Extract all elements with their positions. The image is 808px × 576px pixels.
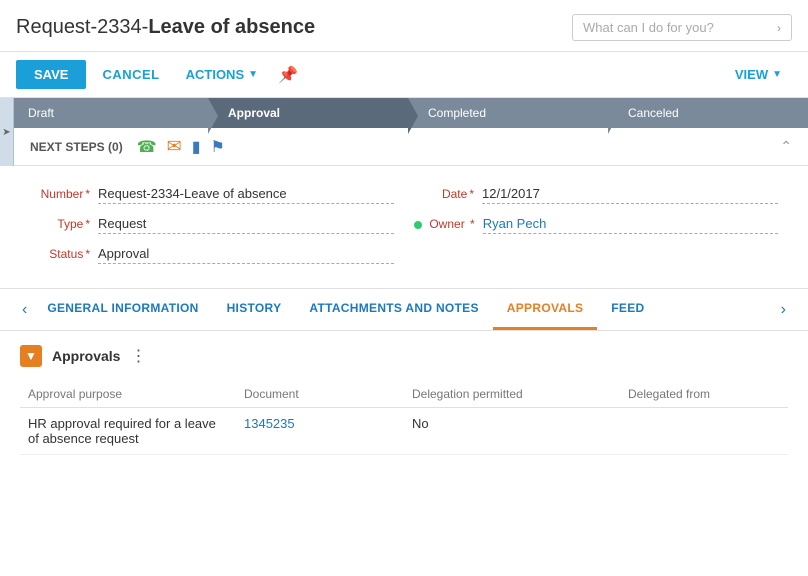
cell-delegated-from xyxy=(620,408,788,455)
side-tab-icon: ➤ xyxy=(2,127,10,138)
col-header-purpose: Approval purpose xyxy=(20,381,236,408)
tabs-container: ‹ GENERAL INFORMATION HISTORY ATTACHMENT… xyxy=(0,289,808,331)
actions-button[interactable]: ACTIONS ▼ xyxy=(176,60,268,89)
save-button[interactable]: SAVE xyxy=(16,60,86,89)
flag-icon[interactable]: ⚑ xyxy=(211,137,225,157)
title-suffix: Leave of absence xyxy=(148,16,315,38)
view-dropdown-icon: ▼ xyxy=(772,69,782,80)
page-title: Request-2334-Leave of absence xyxy=(16,16,315,39)
status-label: Status xyxy=(30,247,90,261)
next-steps-label: NEXT STEPS (0) xyxy=(30,140,123,154)
tabs-prev-button[interactable]: ‹ xyxy=(16,291,33,329)
owner-value[interactable]: Ryan Pech xyxy=(483,216,778,234)
cell-purpose: HR approval required for a leave of abse… xyxy=(20,408,236,455)
email-icon[interactable]: ✉ xyxy=(167,136,182,157)
owner-label: Owner xyxy=(414,217,475,231)
progress-bar: Draft Approval Completed Canceled xyxy=(14,98,808,128)
chat-icon[interactable]: ▮ xyxy=(192,137,201,157)
number-value: Request-2334-Leave of absence xyxy=(98,186,394,204)
search-placeholder: What can I do for you? xyxy=(583,20,714,35)
form-grid: Number Request-2334-Leave of absence Typ… xyxy=(30,186,778,264)
cancel-button[interactable]: CANCEL xyxy=(92,60,169,89)
type-label: Type xyxy=(30,217,90,231)
form-section: Number Request-2334-Leave of absence Typ… xyxy=(0,166,808,289)
pin-icon[interactable]: 📌 xyxy=(278,65,298,85)
owner-indicator xyxy=(414,221,422,229)
tab-general-information[interactable]: GENERAL INFORMATION xyxy=(33,289,212,330)
phone-icon[interactable]: ☎ xyxy=(137,137,157,157)
tab-feed[interactable]: FEED xyxy=(597,289,658,330)
col-header-delegation: Delegation permitted xyxy=(404,381,620,408)
approvals-table: Approval purpose Document Delegation per… xyxy=(20,381,788,455)
table-header-row: Approval purpose Document Delegation per… xyxy=(20,381,788,408)
date-value: 12/1/2017 xyxy=(482,186,778,204)
actions-label: ACTIONS xyxy=(186,67,245,82)
tab-attachments-and-notes[interactable]: ATTACHMENTS AND NOTES xyxy=(295,289,492,330)
search-chevron-icon: › xyxy=(777,21,781,35)
toolbar: SAVE CANCEL ACTIONS ▼ 📌 VIEW ▼ xyxy=(0,52,808,98)
status-row: Status Approval xyxy=(30,246,394,264)
view-label: VIEW xyxy=(735,67,768,82)
approvals-title: Approvals xyxy=(52,348,120,364)
date-row: Date 12/1/2017 xyxy=(414,186,778,204)
progress-step-canceled[interactable]: Canceled xyxy=(608,98,808,128)
approvals-collapse-icon[interactable]: ▼ xyxy=(20,345,42,367)
page-header: Request-2334-Leave of absence What can I… xyxy=(0,0,808,52)
cell-document[interactable]: 1345235 xyxy=(236,408,404,455)
progress-step-draft[interactable]: Draft xyxy=(14,98,208,128)
col-header-document: Document xyxy=(236,381,404,408)
side-tab[interactable]: ➤ xyxy=(0,98,14,166)
workflow-section: ➤ Draft Approval Completed Canceled NEXT… xyxy=(0,98,808,166)
table-row: HR approval required for a leave of abse… xyxy=(20,408,788,455)
tab-history[interactable]: HISTORY xyxy=(213,289,296,330)
actions-dropdown-icon: ▼ xyxy=(248,69,258,80)
number-row: Number Request-2334-Leave of absence xyxy=(30,186,394,204)
collapse-icon[interactable]: ⌃ xyxy=(780,138,792,155)
view-button[interactable]: VIEW ▼ xyxy=(725,60,792,89)
number-label: Number xyxy=(30,187,90,201)
tab-approvals[interactable]: APPROVALS xyxy=(493,289,598,330)
approvals-section: ▼ Approvals ⋮ Approval purpose Document … xyxy=(0,331,808,469)
tabs-next-button[interactable]: › xyxy=(775,291,792,329)
progress-step-approval[interactable]: Approval xyxy=(208,98,408,128)
owner-row: Owner Ryan Pech xyxy=(414,216,778,234)
cell-delegation: No xyxy=(404,408,620,455)
search-box[interactable]: What can I do for you? › xyxy=(572,14,792,41)
status-value: Approval xyxy=(98,246,394,264)
approvals-header: ▼ Approvals ⋮ xyxy=(20,345,788,367)
type-row: Type Request xyxy=(30,216,394,234)
tab-list: GENERAL INFORMATION HISTORY ATTACHMENTS … xyxy=(33,289,774,330)
progress-step-completed[interactable]: Completed xyxy=(408,98,608,128)
col-header-delegated-from: Delegated from xyxy=(620,381,788,408)
type-value: Request xyxy=(98,216,394,234)
date-label: Date xyxy=(414,187,474,201)
approvals-menu-icon[interactable]: ⋮ xyxy=(130,346,148,366)
